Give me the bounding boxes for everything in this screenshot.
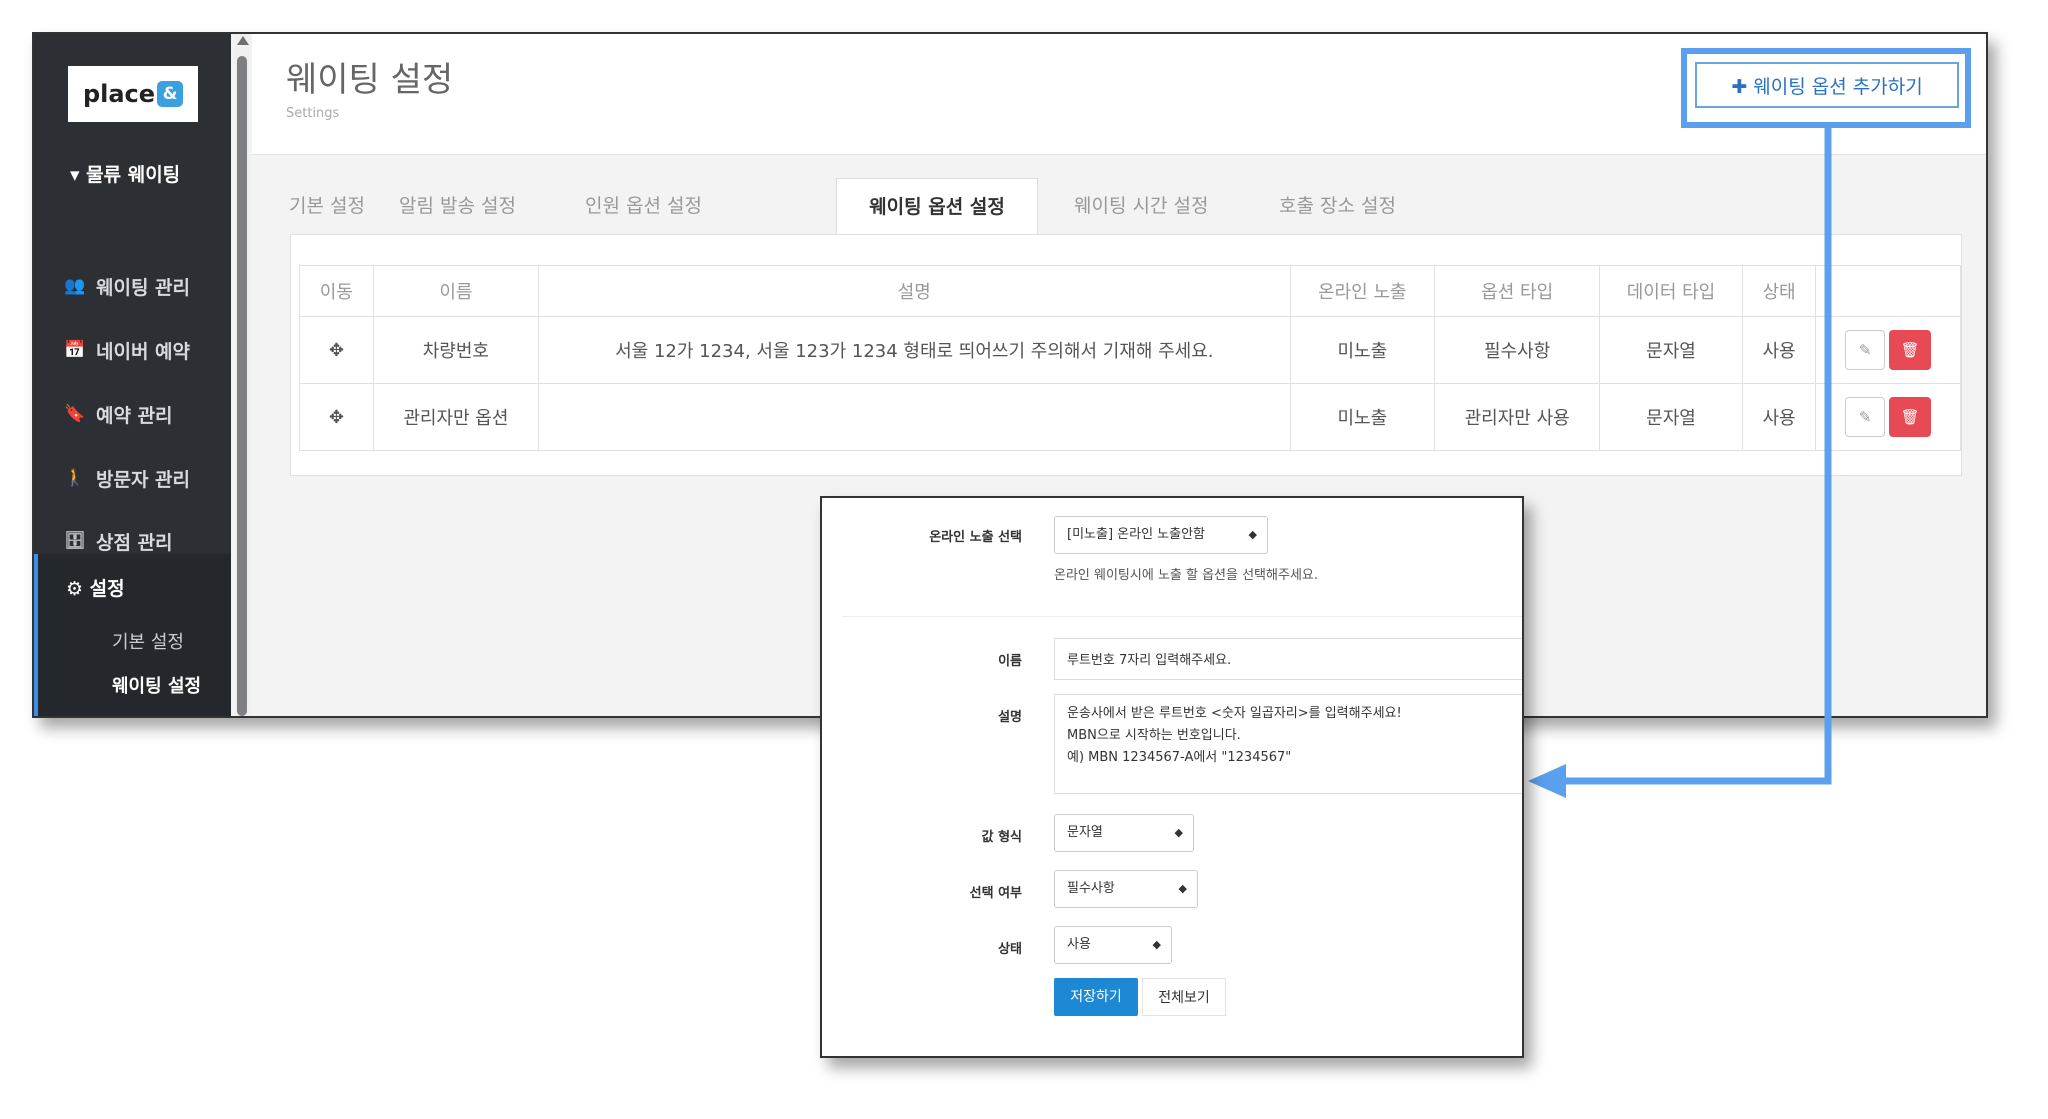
sidebar-item-naver-booking[interactable]: 📅 네이버 예약 [34, 320, 231, 380]
tab-basic-settings[interactable]: 기본 설정 [289, 178, 365, 234]
col-move: 이동 [299, 265, 374, 317]
online-exposure-help: 온라인 웨이팅시에 노출 할 옵션을 선택해주세요. [1054, 568, 1318, 583]
logo[interactable]: place & [68, 66, 198, 122]
arrow-left-icon [1528, 764, 1566, 798]
view-all-button[interactable]: 전체보기 [1142, 978, 1226, 1016]
sidebar-item-settings[interactable]: ⚙ 설정 기본 설정 웨이팅 설정 [34, 554, 231, 716]
row-status: 사용 [1741, 316, 1817, 384]
col-description: 설명 [538, 265, 1291, 317]
save-button[interactable]: 저장하기 [1054, 978, 1138, 1016]
col-status: 상태 [1741, 265, 1817, 317]
online-exposure-label: 온라인 노출 선택 [929, 530, 1022, 545]
sidebar-item-booking-management[interactable]: 🔖 예약 관리 [34, 384, 231, 444]
tab-call-location-settings[interactable]: 호출 장소 설정 [1279, 178, 1396, 234]
description-textarea[interactable]: 운송사에서 받은 루트번호 <숫자 일곱자리>를 입력해주세요! MBN으로 시… [1054, 694, 1522, 794]
tab-party-option-settings[interactable]: 인원 옵션 설정 [585, 178, 702, 234]
edit-icon[interactable]: ✎ [1845, 397, 1886, 437]
select-value: 필수사항 [1067, 881, 1115, 896]
bookmark-icon: 🔖 [64, 404, 86, 424]
person-icon: 🚶 [64, 468, 86, 488]
sidebar-settings-label: 설정 [89, 578, 125, 600]
select-arrows-icon: ◆ [1178, 882, 1187, 895]
page-title: 웨이팅 설정 [286, 60, 454, 100]
row-actions: ✎ 🗑 [1815, 383, 1961, 451]
row-status: 사용 [1741, 383, 1817, 451]
sidebar-item-waiting-management[interactable]: 👥 웨이팅 관리 [34, 256, 231, 316]
description-line: 예) MBN 1234567-A에서 "1234567" [1067, 750, 1292, 765]
name-label: 이름 [998, 654, 1022, 669]
value-format-label: 값 형식 [981, 830, 1022, 845]
select-arrows-icon: ◆ [1152, 938, 1161, 951]
sidebar: place & ▾ 물류 웨이팅 👥 웨이팅 관리 📅 네이버 예약 🔖 예약 … [34, 34, 231, 716]
table-row: ✥ 관리자만 옵션 미노출 관리자만 사용 문자열 사용 ✎ 🗑 [299, 383, 1961, 451]
calendar-icon: 📅 [64, 340, 86, 360]
sidebar-item-label: 네이버 예약 [96, 340, 191, 363]
select-arrows-icon: ◆ [1174, 826, 1183, 839]
logo-text: place [82, 80, 156, 108]
row-option-type: 필수사항 [1434, 316, 1601, 384]
row-online: 미노출 [1289, 383, 1436, 451]
sidebar-item-label: 예약 관리 [96, 404, 173, 427]
tab-notification-settings[interactable]: 알림 발송 설정 [399, 178, 516, 234]
page-subtitle: Settings [286, 106, 340, 121]
store-icon: 🗄 [64, 531, 86, 551]
sidebar-subitem-basic-settings[interactable]: 기본 설정 [112, 628, 184, 654]
sidebar-item-label: 방문자 관리 [96, 468, 191, 491]
description-line: MBN으로 시작하는 번호입니다. [1067, 728, 1241, 743]
status-select[interactable]: 사용 ◆ [1054, 926, 1172, 964]
online-exposure-select[interactable]: [미노출] 온라인 노출안함 ◆ [1054, 516, 1268, 554]
row-description [538, 383, 1291, 451]
col-actions [1815, 265, 1961, 317]
row-description: 서울 12가 1234, 서울 123가 1234 형태로 띄어쓰기 주의해서 … [538, 316, 1291, 384]
col-data-type: 데이터 타입 [1599, 265, 1743, 317]
select-value: 사용 [1067, 937, 1091, 952]
row-online: 미노출 [1289, 316, 1436, 384]
gear-icon: ⚙ [66, 578, 84, 600]
add-waiting-option-button[interactable]: ✚ 웨이팅 옵션 추가하기 [1695, 62, 1959, 108]
description-label: 설명 [998, 710, 1022, 725]
required-label: 선택 여부 [969, 886, 1022, 901]
scrollbar-thumb[interactable] [237, 56, 247, 716]
trash-icon[interactable]: 🗑 [1889, 330, 1932, 370]
select-value: [미노출] 온라인 노출안함 [1067, 527, 1206, 542]
drag-handle-icon[interactable]: ✥ [299, 316, 374, 384]
option-form-popup: 온라인 노출 선택 [미노출] 온라인 노출안함 ◆ 온라인 웨이팅시에 노출 … [820, 496, 1524, 1058]
form-divider [842, 616, 1522, 617]
table-row: ✥ 차량번호 서울 12가 1234, 서울 123가 1234 형태로 띄어쓰… [299, 316, 1961, 384]
user-plus-icon: 👥 [64, 276, 86, 296]
tab-waiting-option-settings[interactable]: 웨이팅 옵션 설정 [836, 178, 1038, 236]
col-option-type: 옵션 타입 [1434, 265, 1601, 317]
select-value: 문자열 [1067, 825, 1103, 840]
col-name: 이름 [372, 265, 540, 317]
edit-icon[interactable]: ✎ [1845, 330, 1886, 370]
sidebar-subitem-waiting-settings[interactable]: 웨이팅 설정 [112, 672, 201, 698]
tab-waiting-time-settings[interactable]: 웨이팅 시간 설정 [1074, 178, 1208, 234]
scroll-up-arrow-icon[interactable] [237, 36, 249, 45]
row-data-type: 문자열 [1599, 316, 1743, 384]
row-name: 관리자만 옵션 [372, 383, 540, 451]
row-option-type: 관리자만 사용 [1434, 383, 1601, 451]
options-panel: 이동 이름 설명 온라인 노출 옵션 타입 데이터 타입 상태 ✥ 차량번호 서… [290, 234, 1962, 476]
select-arrows-icon: ◆ [1248, 528, 1257, 541]
sidebar-item-label: 상점 관리 [96, 531, 173, 554]
row-data-type: 문자열 [1599, 383, 1743, 451]
sidebar-group-label[interactable]: ▾ 물류 웨이팅 [70, 160, 180, 187]
table-header-row: 이동 이름 설명 온라인 노출 옵션 타입 데이터 타입 상태 [299, 265, 1961, 317]
col-online: 온라인 노출 [1289, 265, 1436, 317]
row-name: 차량번호 [372, 316, 540, 384]
description-line: 운송사에서 받은 루트번호 <숫자 일곱자리>를 입력해주세요! [1067, 706, 1402, 721]
sidebar-item-label: 웨이팅 관리 [96, 276, 191, 299]
value-format-select[interactable]: 문자열 ◆ [1054, 814, 1194, 852]
sidebar-item-visitor-management[interactable]: 🚶 방문자 관리 [34, 448, 231, 508]
required-select[interactable]: 필수사항 ◆ [1054, 870, 1198, 908]
name-input[interactable]: 루트번호 7자리 입력해주세요. [1054, 638, 1522, 680]
status-label: 상태 [998, 942, 1022, 957]
trash-icon[interactable]: 🗑 [1889, 397, 1932, 437]
logo-mark: & [157, 81, 184, 107]
sidebar-settings-head[interactable]: ⚙ 설정 [66, 574, 125, 601]
row-actions: ✎ 🗑 [1815, 316, 1961, 384]
options-table: 이동 이름 설명 온라인 노출 옵션 타입 데이터 타입 상태 ✥ 차량번호 서… [299, 265, 1961, 451]
drag-handle-icon[interactable]: ✥ [299, 383, 374, 451]
